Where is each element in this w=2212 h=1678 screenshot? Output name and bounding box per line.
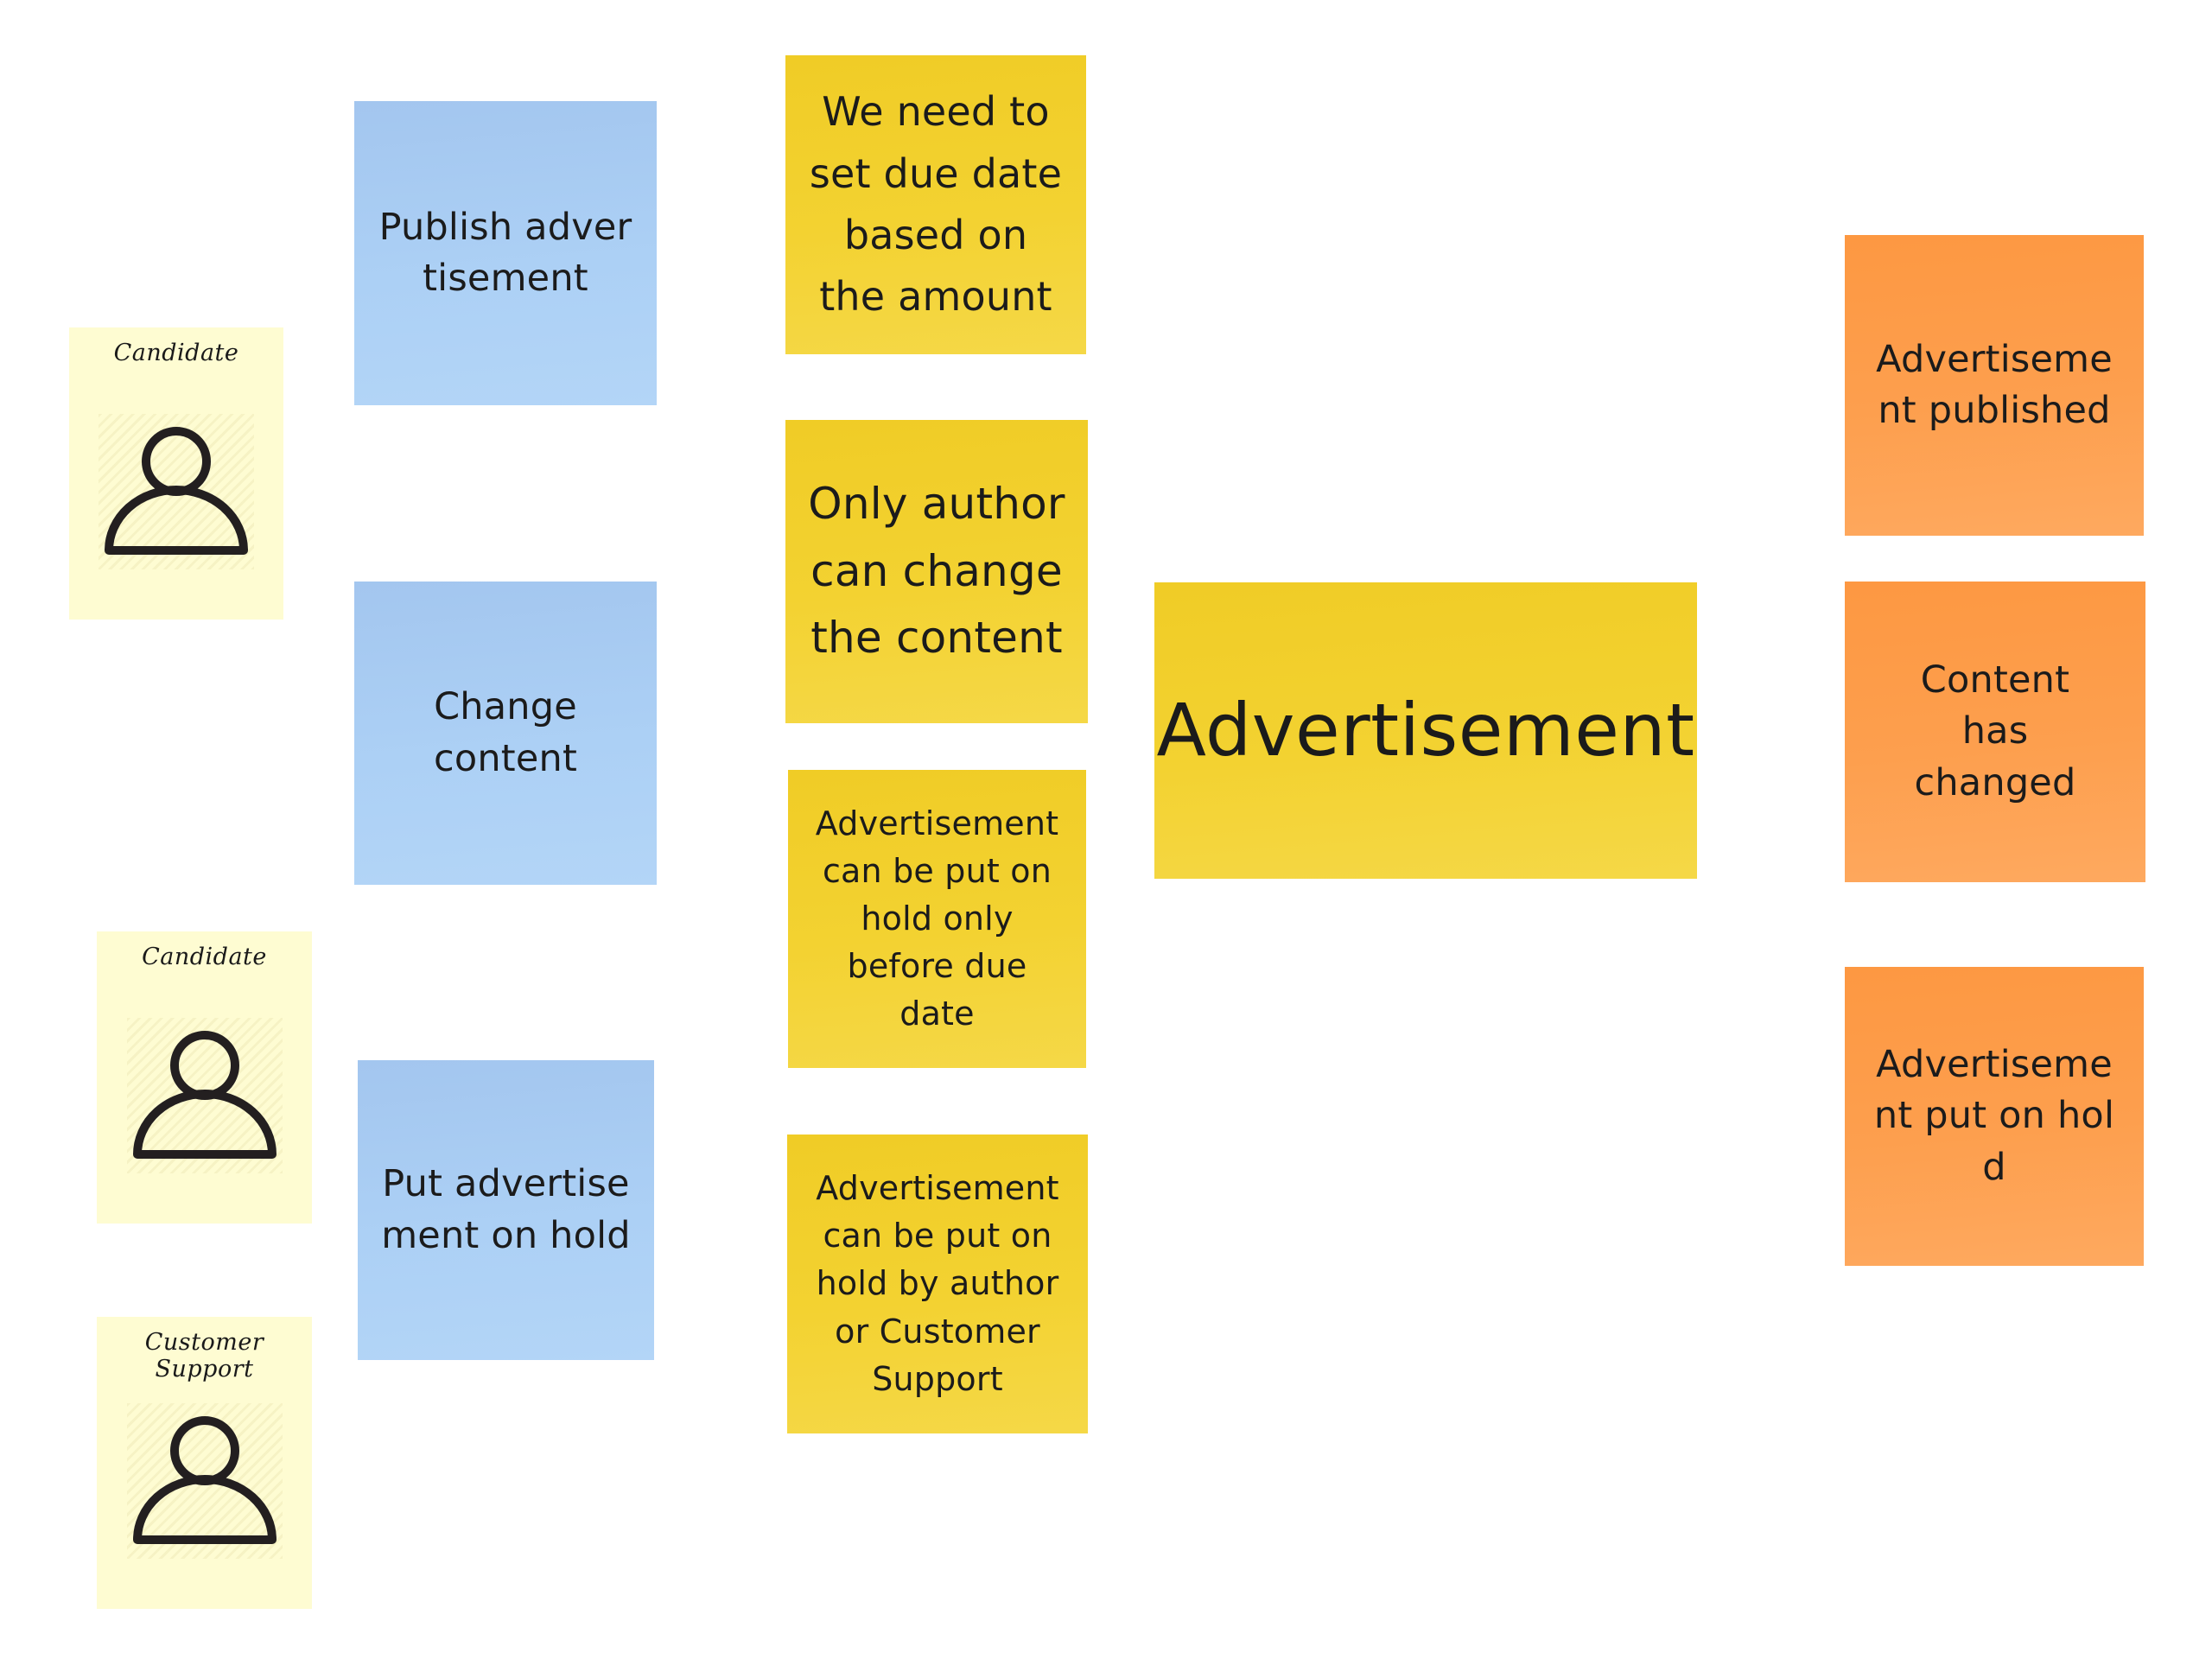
policy-note-due-date[interactable]: We need to set due date based on the amo… bbox=[785, 55, 1086, 354]
actor-label: Candidate bbox=[142, 944, 267, 970]
person-icon bbox=[99, 414, 254, 569]
event-note-put-on-hold[interactable]: Advertisement put on hold bbox=[1845, 967, 2144, 1266]
event-note-advertisement-published[interactable]: Advertisement published bbox=[1845, 235, 2144, 536]
command-note-change-content[interactable]: Change content bbox=[354, 582, 657, 885]
event-note-content-changed[interactable]: Content has changed bbox=[1845, 582, 2145, 882]
command-note-put-on-hold[interactable]: Put advertisement on hold bbox=[358, 1060, 654, 1360]
actor-card-customer-support[interactable]: Customer Support bbox=[97, 1317, 312, 1609]
note-text: Only author can change the content bbox=[808, 479, 1065, 664]
policy-note-hold-by-author-or-support[interactable]: Advertisement can be put on hold by auth… bbox=[787, 1135, 1088, 1433]
actor-card-candidate-1[interactable]: Candidate bbox=[69, 327, 283, 620]
note-text: Content has changed bbox=[1914, 658, 2076, 804]
actor-label: Candidate bbox=[113, 340, 239, 366]
aggregate-title: Advertisement bbox=[1156, 688, 1695, 773]
note-text: Advertisement can be put on hold by auth… bbox=[816, 1169, 1059, 1398]
policy-note-hold-before-due-date[interactable]: Advertisement can be put on hold only be… bbox=[788, 770, 1086, 1068]
note-text: Put advertisement on hold bbox=[381, 1162, 631, 1257]
person-icon bbox=[126, 1018, 283, 1173]
actor-card-candidate-2[interactable]: Candidate bbox=[97, 931, 312, 1224]
note-text: Publish advertisement bbox=[378, 205, 632, 300]
aggregate-note-advertisement[interactable]: Advertisement bbox=[1154, 582, 1697, 879]
note-text: Advertisement can be put on hold only be… bbox=[815, 804, 1059, 1033]
command-note-publish-advertisement[interactable]: Publish advertisement bbox=[354, 101, 657, 405]
person-icon bbox=[126, 1403, 283, 1559]
note-text: We need to set due date based on the amo… bbox=[809, 88, 1063, 321]
actor-label: Customer Support bbox=[144, 1329, 264, 1382]
note-text: Advertisement put on hold bbox=[1873, 1043, 2115, 1189]
note-text: Advertisement published bbox=[1876, 337, 2113, 432]
policy-note-only-author[interactable]: Only author can change the content bbox=[785, 420, 1088, 723]
note-text: Change content bbox=[433, 685, 578, 780]
